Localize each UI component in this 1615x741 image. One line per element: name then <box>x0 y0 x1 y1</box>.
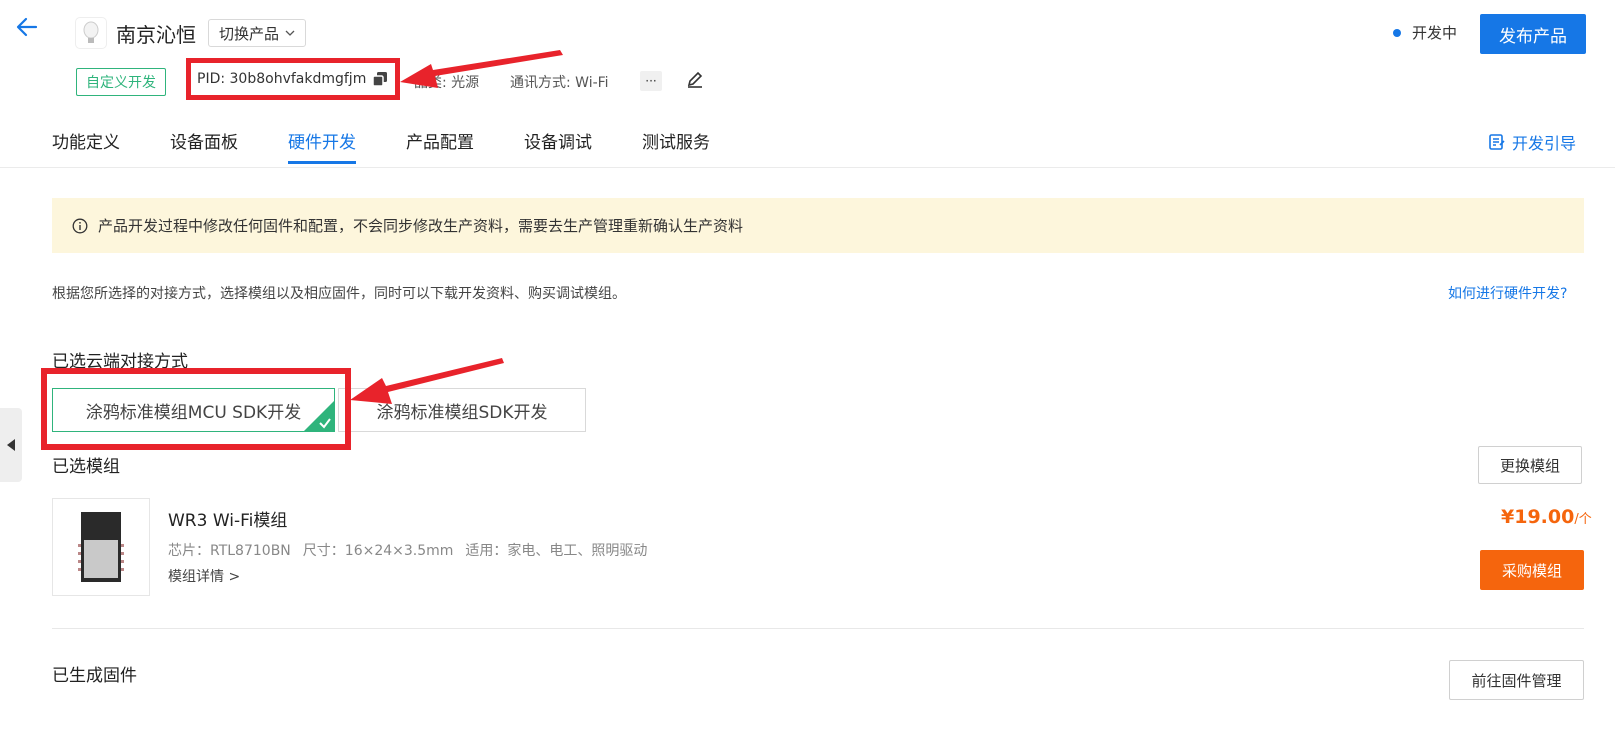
change-module-button[interactable]: 更换模组 <box>1478 446 1582 484</box>
annotation-arrow-middle <box>350 358 504 404</box>
option-highlight-box <box>41 368 351 450</box>
pid-text: PID: 30b8ohvfakdmgfjm <box>197 71 367 87</box>
module-usage: 适用：家电、电工、照明驱动 <box>465 543 648 559</box>
tab-device-debug[interactable]: 设备调试 <box>524 128 592 164</box>
price-value: ¥19.00 <box>1501 506 1575 528</box>
tab-hardware-dev[interactable]: 硬件开发 <box>288 128 356 164</box>
module-size: 尺寸：16×24×3.5mm <box>302 543 454 559</box>
tab-function-definition[interactable]: 功能定义 <box>52 128 120 164</box>
section-divider <box>52 628 1584 629</box>
publish-product-button[interactable]: 发布产品 <box>1480 14 1586 54</box>
status-dot <box>1393 29 1401 37</box>
copy-icon[interactable] <box>372 71 388 87</box>
tab-product-config[interactable]: 产品配置 <box>406 128 474 164</box>
price-unit: /个 <box>1574 512 1592 527</box>
more-button[interactable]: ··· <box>640 71 662 91</box>
switch-product-label: 切换产品 <box>218 24 279 43</box>
caret-left-icon <box>7 439 15 451</box>
tab-divider <box>0 167 1615 168</box>
module-image <box>52 498 150 596</box>
description-text: 根据您所选择的对接方式，选择模组以及相应固件，同时可以下载开发资料、购买调试模组… <box>52 286 626 302</box>
tab-device-panel[interactable]: 设备面板 <box>170 128 238 164</box>
pid-highlight-box: PID: 30b8ohvfakdmgfjm <box>186 58 400 100</box>
firmware-manage-button[interactable]: 前往固件管理 <box>1449 660 1584 700</box>
module-detail-link[interactable]: 模组详情 > <box>168 566 240 586</box>
buy-module-button[interactable]: 采购模组 <box>1480 550 1584 590</box>
firmware-section-title: 已生成固件 <box>52 666 137 686</box>
annotation-arrow-top <box>400 50 563 88</box>
tab-bar: 功能定义 设备面板 硬件开发 产品配置 设备调试 测试服务 <box>52 128 760 164</box>
module-chip: 芯片：RTL8710BN <box>168 543 291 559</box>
dev-guide-link[interactable]: 开发引导 <box>1488 130 1576 154</box>
custom-dev-tag: 自定义开发 <box>76 68 166 96</box>
status-text: 开发中 <box>1412 24 1458 42</box>
howto-hardware-link[interactable]: 如何进行硬件开发? <box>1448 283 1567 303</box>
info-icon <box>72 218 88 233</box>
edit-icon[interactable] <box>686 70 704 92</box>
module-name: WR3 Wi-Fi模组 <box>168 511 288 531</box>
product-name: 南京沁恒 <box>116 23 196 47</box>
module-specs: 芯片：RTL8710BN 尺寸：16×24×3.5mm 适用：家电、电工、照明驱… <box>168 540 647 560</box>
notice-banner: 产品开发过程中修改任何固件和配置，不会同步修改生产资料，需要去生产管理重新确认生… <box>52 198 1584 253</box>
chevron-down-icon <box>285 30 295 36</box>
product-bulb-icon <box>76 18 106 48</box>
notice-text: 产品开发过程中修改任何固件和配置，不会同步修改生产资料，需要去生产管理重新确认生… <box>98 217 744 235</box>
tab-test-service[interactable]: 测试服务 <box>642 128 710 164</box>
switch-product-button[interactable]: 切换产品 <box>208 19 306 47</box>
collapse-handle[interactable] <box>0 408 22 482</box>
back-arrow-icon[interactable] <box>14 14 40 40</box>
dev-guide-label: 开发引导 <box>1512 134 1577 153</box>
module-section-title: 已选模组 <box>52 457 120 477</box>
module-price: ¥19.00/个 <box>1501 506 1592 528</box>
guide-doc-icon <box>1489 134 1505 150</box>
